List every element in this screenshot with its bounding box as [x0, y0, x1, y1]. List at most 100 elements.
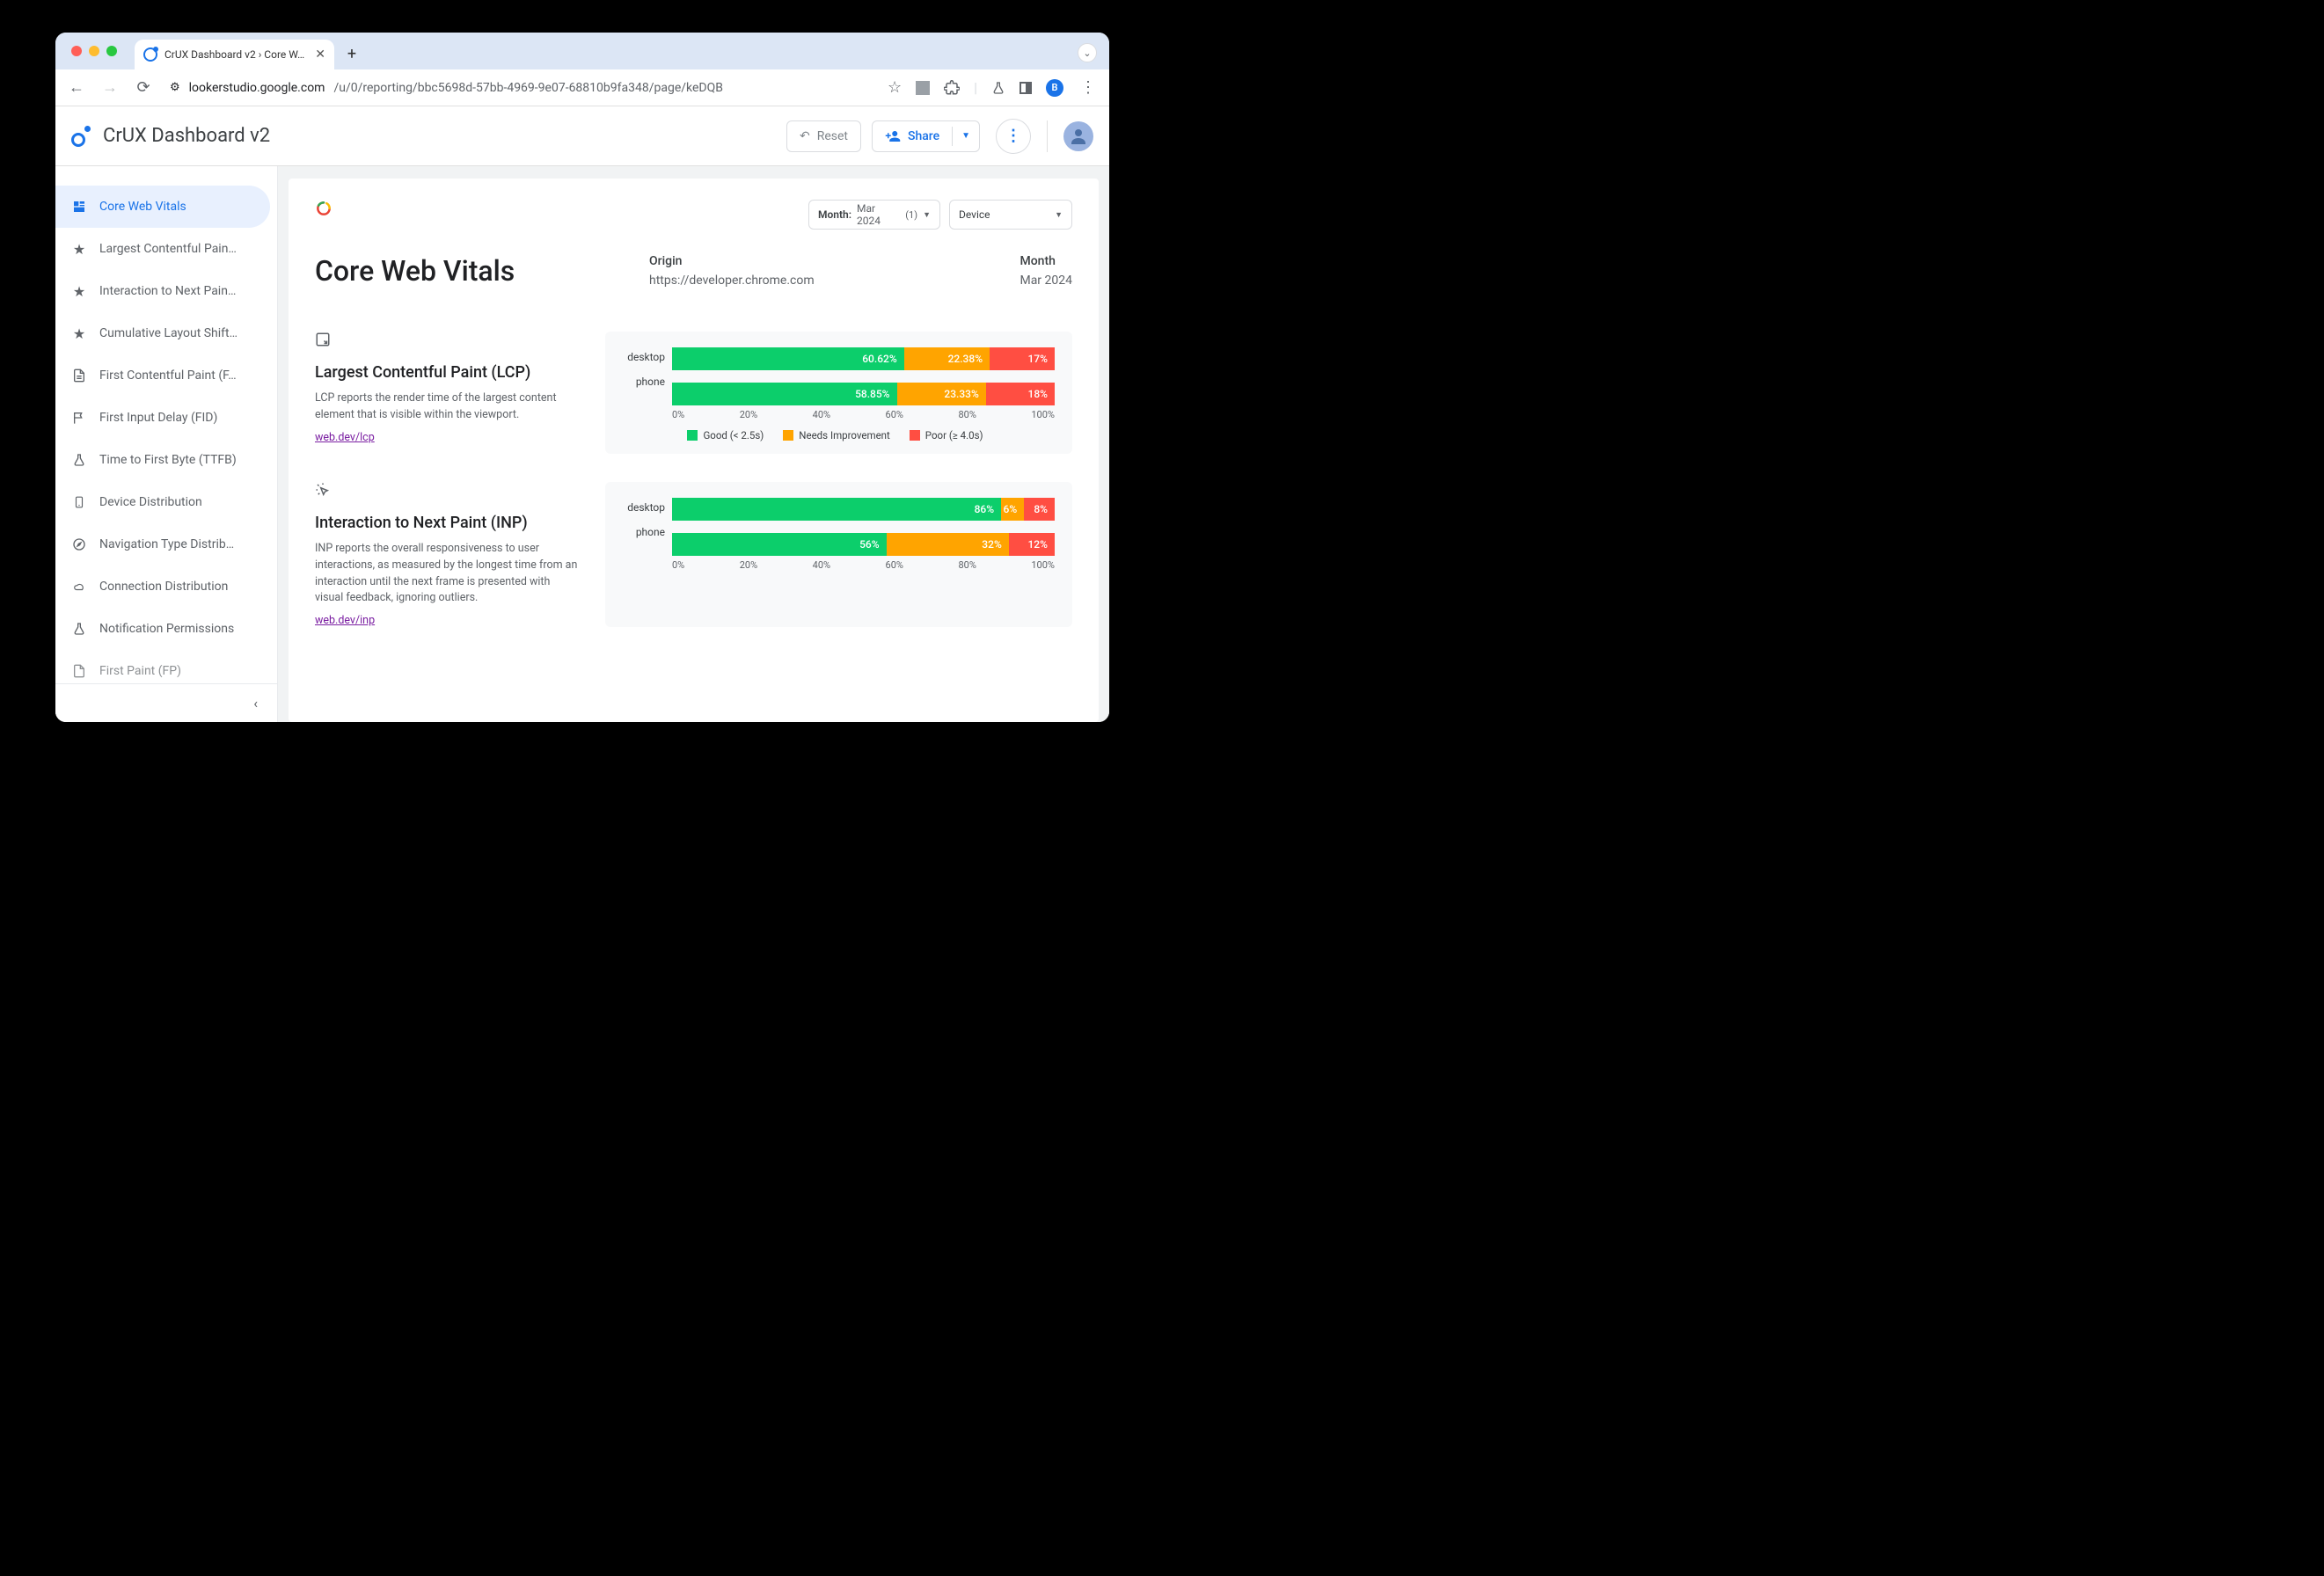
tab-overflow-button[interactable]: ⌄	[1078, 43, 1097, 62]
sidebar-item-lcp[interactable]: ★ Largest Contentful Pain…	[55, 228, 270, 270]
month-filter-label: Month:	[818, 208, 851, 221]
lcp-title: Largest Contentful Paint (LCP)	[315, 363, 579, 382]
profile-badge[interactable]: B	[1046, 79, 1063, 97]
axis-tick: 40%	[813, 559, 830, 571]
extensions-puzzle-icon[interactable]	[944, 80, 960, 96]
toolbar-right: ☆ | B ⋮	[888, 77, 1099, 98]
sidebar-item-inp[interactable]: ★ Interaction to Next Pain…	[55, 270, 270, 312]
labs-flask-icon[interactable]	[991, 81, 1005, 95]
nav-back-icon[interactable]: ←	[66, 77, 87, 98]
tab-strip: CrUX Dashboard v2 › Core W… ✕ + ⌄	[55, 33, 1109, 69]
x-axis: 0% 20% 40% 60% 80% 100%	[672, 559, 1055, 571]
bar-segment: 22.38%	[904, 347, 990, 370]
close-tab-icon[interactable]: ✕	[315, 47, 325, 62]
legend-label: Good (< 2.5s)	[703, 429, 764, 441]
axis-tick: 40%	[813, 409, 830, 420]
share-button[interactable]: Share ▼	[872, 120, 980, 152]
axis-tick: 20%	[740, 409, 757, 420]
browser-tab[interactable]: CrUX Dashboard v2 › Core W… ✕	[135, 40, 334, 69]
flag-icon	[71, 411, 87, 425]
avatar[interactable]	[1063, 121, 1093, 151]
chevron-down-icon: ▼	[1055, 210, 1063, 220]
looker-studio-logo-icon	[71, 126, 92, 147]
site-settings-icon[interactable]: ⚙	[170, 81, 180, 94]
sidebar-item-core-web-vitals[interactable]: Core Web Vitals	[55, 186, 270, 228]
header-divider	[1047, 120, 1048, 152]
address-bar[interactable]: ⚙ lookerstudio.google.com/u/0/reporting/…	[166, 81, 875, 95]
maximize-window-icon[interactable]	[106, 46, 117, 56]
axis-tick: 0%	[672, 559, 684, 571]
share-label: Share	[908, 129, 939, 143]
dashboard-icon	[71, 200, 87, 214]
content-area: Month: Mar 2024 (1) ▼ Device ▼ Core Web …	[278, 166, 1109, 722]
url-host: lookerstudio.google.com	[189, 81, 325, 95]
sidebar-item-connection[interactable]: Connection Distribution	[55, 565, 270, 608]
dashboard-title: CrUX Dashboard v2	[103, 125, 270, 147]
reload-icon[interactable]: ⟳	[133, 77, 154, 98]
inp-description: Interaction to Next Paint (INP) INP repo…	[315, 482, 579, 627]
lcp-text: LCP reports the render time of the large…	[315, 390, 579, 424]
sidebar-item-label: Cumulative Layout Shift…	[99, 326, 238, 340]
inp-title: Interaction to Next Paint (INP)	[315, 514, 579, 532]
reset-button[interactable]: ↶ Reset	[786, 120, 861, 152]
sidebar-item-label: First Contentful Paint (F…	[99, 368, 237, 383]
bookmark-star-icon[interactable]: ☆	[888, 78, 902, 97]
sidebar-item-label: Connection Distribution	[99, 580, 228, 594]
inp-link[interactable]: web.dev/inp	[315, 614, 375, 627]
axis-tick: 60%	[886, 559, 903, 571]
bar-category: phone	[636, 376, 665, 388]
more-options-button[interactable]: ⋮	[996, 119, 1031, 154]
device-filter-label: Device	[959, 208, 990, 221]
legend-swatch-icon	[783, 430, 793, 441]
sidebar-item-fcp[interactable]: First Contentful Paint (F…	[55, 354, 270, 397]
sidebar-item-label: Largest Contentful Pain…	[99, 242, 237, 256]
url-path: /u/0/reporting/bbc5698d-57bb-4969-9e07-6…	[333, 81, 723, 95]
chevron-down-icon: ▼	[923, 210, 931, 220]
month-label: Month	[1019, 254, 1072, 268]
bar-segment: 56%	[672, 533, 887, 556]
window-controls[interactable]	[71, 46, 117, 56]
bar-segment: 60.62%	[672, 347, 904, 370]
bar-category: desktop	[627, 351, 665, 363]
legend-label: Needs Improvement	[799, 429, 890, 441]
bar-segment: 6%	[1001, 498, 1024, 521]
bar-category: phone	[636, 526, 665, 538]
app-body: Core Web Vitals ★ Largest Contentful Pai…	[55, 166, 1109, 722]
chrome-menu-icon[interactable]: ⋮	[1078, 77, 1099, 98]
chevron-down-icon[interactable]: ▼	[961, 131, 970, 141]
side-panel-icon[interactable]	[1019, 82, 1032, 94]
sidebar-item-navtype[interactable]: Navigation Type Distrib…	[55, 523, 270, 565]
lcp-section: Largest Contentful Paint (LCP) LCP repor…	[315, 332, 1072, 454]
page-icon	[71, 368, 87, 383]
chart-legend: Good (< 2.5s) Needs Improvement Poor (≥ …	[616, 429, 1055, 441]
new-tab-button[interactable]: +	[340, 41, 364, 66]
minimize-window-icon[interactable]	[89, 46, 99, 56]
sidebar-item-fid[interactable]: First Input Delay (FID)	[55, 397, 270, 439]
undo-icon: ↶	[800, 129, 810, 143]
share-divider	[952, 127, 953, 146]
sidebar-item-cls[interactable]: ★ Cumulative Layout Shift…	[55, 312, 270, 354]
report-page: Month: Mar 2024 (1) ▼ Device ▼ Core Web …	[289, 179, 1099, 722]
close-window-icon[interactable]	[71, 46, 82, 56]
sidebar-item-ttfb[interactable]: Time to First Byte (TTFB)	[55, 439, 270, 481]
compass-icon	[71, 537, 87, 551]
stacked-bar: 58.85%23.33%18%	[672, 383, 1055, 405]
month-filter[interactable]: Month: Mar 2024 (1) ▼	[808, 200, 940, 230]
sidebar-item-label: Interaction to Next Pain…	[99, 284, 236, 298]
x-axis: 0% 20% 40% 60% 80% 100%	[672, 409, 1055, 420]
browser-window: CrUX Dashboard v2 › Core W… ✕ + ⌄ ← → ⟳ …	[55, 33, 1109, 722]
sidebar-item-notifications[interactable]: Notification Permissions	[55, 608, 270, 650]
lcp-description: Largest Contentful Paint (LCP) LCP repor…	[315, 332, 579, 454]
device-filter[interactable]: Device ▼	[949, 200, 1072, 230]
lcp-link[interactable]: web.dev/lcp	[315, 431, 375, 444]
stacked-bar: 56%32%12%	[672, 533, 1055, 556]
nav-forward-icon[interactable]: →	[99, 77, 121, 98]
page-title: Core Web Vitals	[315, 254, 596, 288]
origin-label: Origin	[649, 254, 815, 268]
extension-icon[interactable]	[916, 81, 930, 95]
bar-segment: 23.33%	[897, 383, 986, 405]
page-heading-row: Core Web Vitals Origin https://developer…	[315, 254, 1072, 288]
sidebar-item-device[interactable]: Device Distribution	[55, 481, 270, 523]
sidebar-collapse-button[interactable]: ‹	[55, 683, 277, 722]
bar-segment: 17%	[990, 347, 1055, 370]
